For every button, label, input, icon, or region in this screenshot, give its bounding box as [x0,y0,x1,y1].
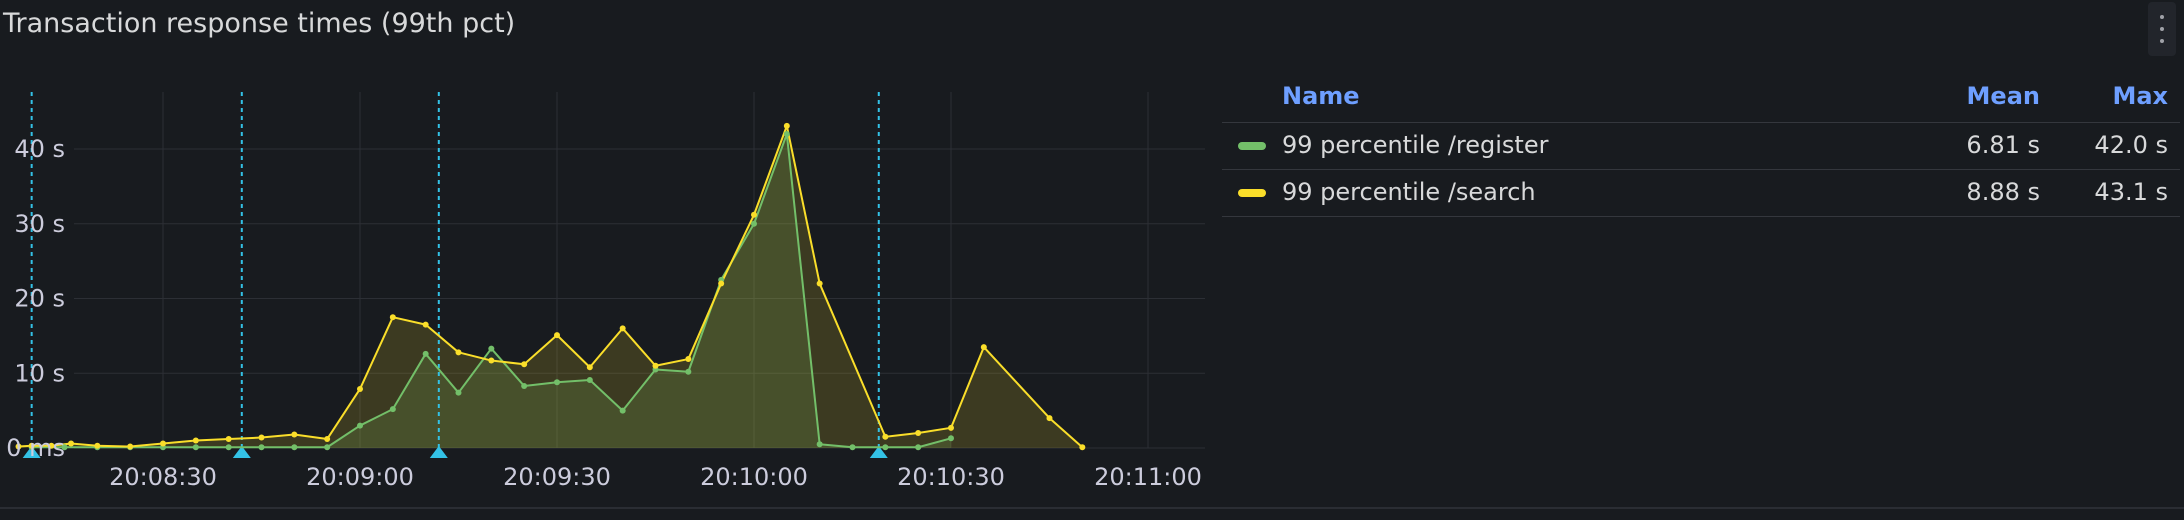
data-point[interactable] [291,444,298,451]
data-point[interactable] [488,345,495,352]
data-point[interactable] [882,444,889,451]
data-point[interactable] [192,437,199,444]
x-tick-label: 20:09:30 [503,463,611,491]
data-point[interactable] [980,344,987,351]
legend-series-name[interactable]: 99 percentile /register [1282,131,1548,159]
data-point[interactable] [816,280,823,287]
data-point[interactable] [685,368,692,375]
data-point[interactable] [554,379,560,386]
data-point[interactable] [619,407,626,414]
data-point[interactable] [324,436,331,443]
data-point[interactable] [1079,444,1086,451]
series-color-swatch [1238,142,1266,150]
data-point[interactable] [455,389,462,396]
legend-header-name[interactable]: Name [1282,82,1360,110]
x-tick-label: 20:11:00 [1094,463,1202,491]
legend-series-mean: 8.88 s [1966,178,2040,206]
panel-menu-button[interactable] [2148,2,2176,56]
panel-bottom-divider [0,507,2184,509]
data-point[interactable] [225,436,232,443]
data-point[interactable] [488,357,495,364]
menu-dots-icon [2160,15,2164,19]
y-tick-label: 40 s [14,135,65,163]
data-point[interactable] [422,321,429,328]
x-tick-label: 20:08:30 [109,463,217,491]
data-point[interactable] [915,430,922,437]
data-point[interactable] [816,441,823,448]
legend-header: Name Mean Max [1222,74,2180,123]
legend-header-mean[interactable]: Mean [1967,82,2040,110]
legend-row-register[interactable]: 99 percentile /register 6.81 s 42.0 s [1222,123,2180,170]
y-tick-label: 30 s [14,210,65,238]
legend-series-max: 42.0 s [2094,131,2168,159]
data-point[interactable] [783,122,790,129]
series-areas [18,125,1083,449]
y-tick-label: 20 s [14,285,65,313]
data-point[interactable] [751,211,757,218]
data-point[interactable] [291,431,298,438]
data-point[interactable] [718,280,725,287]
data-point[interactable] [160,440,166,447]
legend-table: Name Mean Max 99 percentile /register 6.… [1222,74,2180,217]
data-point[interactable] [258,434,265,441]
menu-dots-icon [2160,27,2164,31]
data-point[interactable] [389,314,396,321]
data-point[interactable] [948,435,954,442]
series-area [18,125,1083,448]
data-point[interactable] [783,131,790,138]
data-point[interactable] [389,406,396,413]
data-point[interactable] [94,442,101,449]
data-point[interactable] [915,444,922,451]
legend-series-max: 43.1 s [2094,178,2168,206]
menu-dots-icon [2160,39,2164,43]
data-point[interactable] [652,362,659,369]
data-point[interactable] [849,444,856,451]
legend-header-max[interactable]: Max [2112,82,2168,110]
data-point[interactable] [586,376,593,383]
data-point[interactable] [751,220,757,227]
data-point[interactable] [882,433,889,440]
legend-row-search[interactable]: 99 percentile /search 8.88 s 43.1 s [1222,170,2180,217]
legend-series-name[interactable]: 99 percentile /search [1282,178,1536,206]
time-series-chart[interactable]: 0 ms10 s20 s30 s40 s 20:08:30 20:09:00 20:… [0,0,1210,507]
data-point[interactable] [258,444,265,451]
data-point[interactable] [521,382,528,389]
data-point[interactable] [68,440,75,447]
panel: Transaction response times (99th pct) 0 … [0,0,2184,507]
data-point[interactable] [357,422,363,429]
data-point[interactable] [324,444,331,451]
data-point[interactable] [127,443,134,450]
data-point[interactable] [225,444,232,451]
x-axis: 20:08:30 20:09:00 20:09:30 20:10:00 20:10:30… [109,463,1202,491]
data-point[interactable] [455,349,462,356]
legend-series-mean: 6.81 s [1966,131,2040,159]
y-tick-label: 10 s [14,359,65,387]
data-point[interactable] [586,364,593,371]
data-point[interactable] [685,356,692,363]
data-point[interactable] [619,325,626,332]
x-tick-label: 20:10:30 [897,463,1005,491]
x-tick-label: 20:09:00 [306,463,414,491]
data-point[interactable] [521,361,528,368]
y-axis: 0 ms 10 s 20 s 30 s 40 s [6,135,65,462]
data-point[interactable] [554,332,560,339]
data-point[interactable] [192,444,199,451]
data-point[interactable] [1046,415,1053,422]
data-point[interactable] [357,385,363,392]
x-tick-label: 20:10:00 [700,463,808,491]
series-color-swatch [1238,189,1266,197]
data-point[interactable] [948,424,954,431]
data-point[interactable] [422,350,429,357]
y-tick-label: 0 ms [6,434,65,462]
